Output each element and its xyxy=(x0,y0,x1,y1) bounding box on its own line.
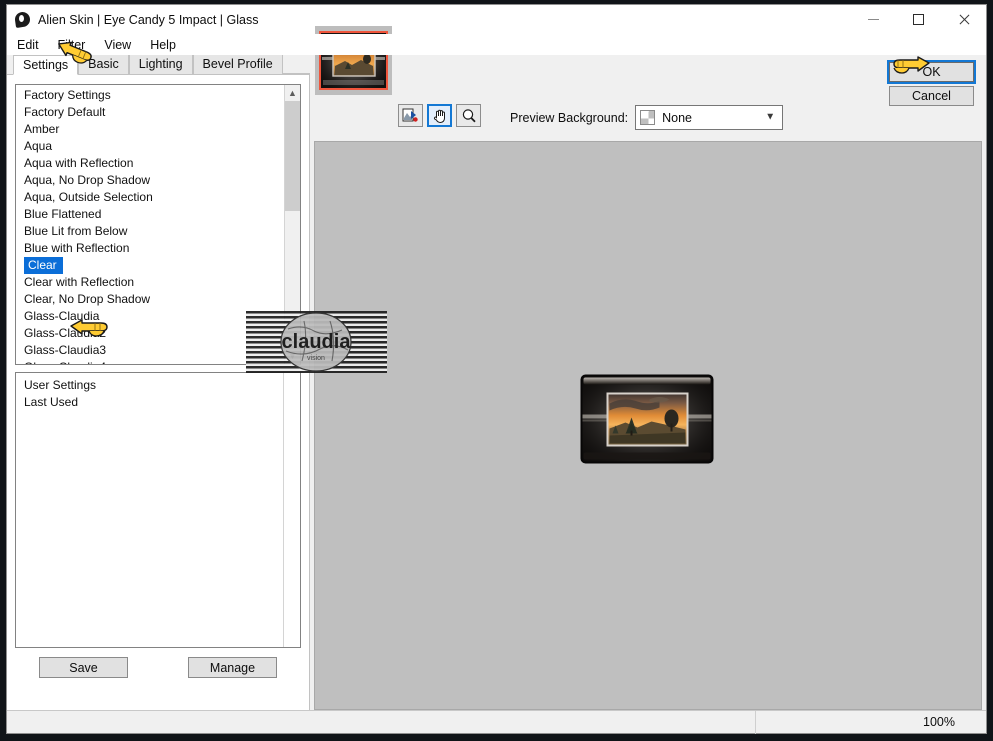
tab-strip-filler xyxy=(282,54,310,74)
preview-toolbar: Preview Background: None ▼ OK Cancel xyxy=(310,26,986,141)
menu-item-help[interactable]: Help xyxy=(150,38,186,52)
menu-item-filter[interactable]: Filter xyxy=(58,38,96,52)
navigator-tool-icon[interactable] xyxy=(398,104,423,127)
preview-background-value: None xyxy=(662,110,693,125)
list-item[interactable]: Aqua, No Drop Shadow xyxy=(16,172,284,189)
minimize-icon[interactable] xyxy=(851,5,896,34)
list-item[interactable]: Last Used xyxy=(16,394,283,411)
navigator-glyph-icon xyxy=(402,108,418,122)
preview-tool-buttons xyxy=(398,104,481,127)
preview-background-label: Preview Background: xyxy=(510,110,629,125)
chevron-down-icon[interactable]: ▼ xyxy=(765,111,775,122)
ok-button[interactable]: OK xyxy=(887,60,976,84)
preview-artwork-icon xyxy=(580,374,714,463)
close-icon[interactable] xyxy=(941,5,986,34)
magnifier-glyph-icon xyxy=(462,108,476,122)
title-bar: Alien Skin | Eye Candy 5 Impact | Glass xyxy=(7,5,986,34)
window-title: Alien Skin | Eye Candy 5 Impact | Glass xyxy=(38,12,259,27)
list-item[interactable]: Clear, No Drop Shadow xyxy=(16,291,284,308)
list-item[interactable]: Amber xyxy=(16,121,284,138)
list-item[interactable]: Blue Flattened xyxy=(16,206,284,223)
scrollbar-track[interactable] xyxy=(285,101,300,348)
list-item[interactable]: Factory Settings xyxy=(16,87,284,104)
menu-bar: Edit Filter View Help xyxy=(7,34,986,55)
list-item[interactable]: Glass-Claudia2 xyxy=(16,325,284,342)
list-item[interactable]: User Settings xyxy=(16,377,283,394)
list-item-selected-wrap: Clear xyxy=(16,257,284,274)
list-item[interactable]: Clear with Reflection xyxy=(16,274,284,291)
menu-item-view[interactable]: View xyxy=(104,38,141,52)
main-body: Settings Basic Lighting Bevel Profile Fa… xyxy=(7,26,986,710)
status-message-area xyxy=(7,711,755,734)
menu-item-edit[interactable]: Edit xyxy=(17,38,49,52)
user-settings-items: User Settings Last Used xyxy=(16,373,284,647)
preview-canvas[interactable] xyxy=(314,141,982,710)
settings-pane: Factory Settings Factory Default Amber A… xyxy=(7,75,310,710)
hand-glyph-icon xyxy=(433,109,445,123)
settings-list-scrollbar[interactable]: ▲ ▼ xyxy=(284,85,300,364)
dialog-action-buttons: OK Cancel xyxy=(887,60,976,106)
tab-bevel-profile[interactable]: Bevel Profile xyxy=(192,54,283,74)
zoom-magnifier-tool-icon[interactable] xyxy=(456,104,481,127)
preview-image xyxy=(580,373,715,464)
list-item-clear-selected[interactable]: Clear xyxy=(24,257,63,274)
zoom-level-indicator: 100% xyxy=(923,715,955,729)
alien-skin-logo-icon xyxy=(14,11,31,28)
list-item[interactable]: Aqua, Outside Selection xyxy=(16,189,284,206)
tab-settings[interactable]: Settings xyxy=(13,55,79,75)
tab-lighting[interactable]: Lighting xyxy=(128,54,193,74)
save-button[interactable]: Save xyxy=(39,657,128,678)
list-item[interactable]: Aqua xyxy=(16,138,284,155)
scrollbar-thumb[interactable] xyxy=(285,101,300,211)
settings-action-buttons: Save Manage xyxy=(15,648,301,678)
list-item[interactable]: Aqua with Reflection xyxy=(16,155,284,172)
hand-pan-tool-icon[interactable] xyxy=(427,104,452,127)
window-controls xyxy=(851,5,986,34)
preview-background-select[interactable]: None ▼ xyxy=(635,105,784,130)
list-item[interactable]: Blue with Reflection xyxy=(16,240,284,257)
list-item[interactable]: Blue Lit from Below xyxy=(16,223,284,240)
preview-background-row: Preview Background: None ▼ xyxy=(510,105,784,130)
application-window: Alien Skin | Eye Candy 5 Impact | Glass … xyxy=(6,4,987,734)
list-item[interactable]: Glass-Claudia3 xyxy=(16,342,284,359)
manage-button[interactable]: Manage xyxy=(188,657,277,678)
list-item[interactable]: Glass-Claudia xyxy=(16,308,284,325)
tab-strip: Settings Basic Lighting Bevel Profile xyxy=(7,54,310,75)
factory-settings-listbox[interactable]: Factory Settings Factory Default Amber A… xyxy=(15,84,301,365)
checkerboard-swatch-icon xyxy=(640,110,656,125)
factory-settings-items: Factory Settings Factory Default Amber A… xyxy=(16,85,284,364)
chevron-down-icon[interactable]: ▼ xyxy=(285,348,300,364)
right-panel: Preview Background: None ▼ OK Cancel xyxy=(310,26,986,710)
maximize-icon[interactable] xyxy=(896,5,941,34)
left-panel-filler xyxy=(15,678,301,710)
left-panel: Settings Basic Lighting Bevel Profile Fa… xyxy=(7,54,310,710)
tab-basic[interactable]: Basic xyxy=(78,54,129,74)
list-item[interactable]: Glass-Claudia4 xyxy=(16,359,284,364)
user-settings-listbox[interactable]: User Settings Last Used xyxy=(15,372,301,648)
cancel-button[interactable]: Cancel xyxy=(889,86,974,106)
user-list-right-gutter xyxy=(284,373,300,647)
status-bar: 100% xyxy=(7,710,986,734)
list-item[interactable]: Factory Default xyxy=(16,104,284,121)
chevron-up-icon[interactable]: ▲ xyxy=(285,85,300,101)
